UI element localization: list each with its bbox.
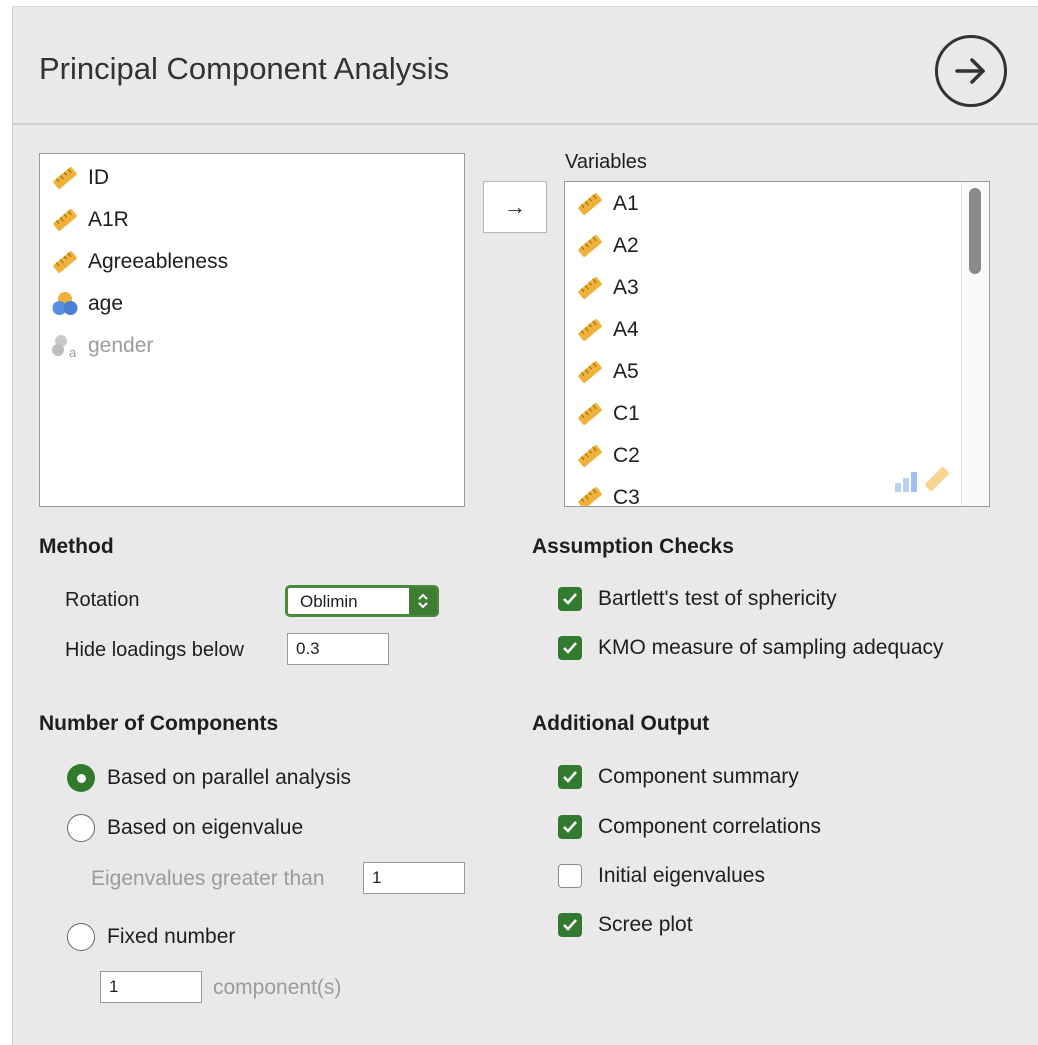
ruler-icon xyxy=(575,357,605,387)
assumption-checks-heading: Assumption Checks xyxy=(532,535,734,558)
variable-label: A4 xyxy=(613,318,639,341)
variable-label: C2 xyxy=(613,444,640,467)
checkbox-label: KMO measure of sampling adequacy xyxy=(598,636,944,659)
checkbox-label: Component summary xyxy=(598,765,799,788)
radio-label: Based on parallel analysis xyxy=(107,766,351,789)
panel-header: Principal Component Analysis xyxy=(13,7,1038,125)
list-item[interactable]: A3 xyxy=(575,272,639,304)
scree-plot-checkbox[interactable]: Scree plot xyxy=(558,913,693,937)
variable-label: A1R xyxy=(88,208,129,231)
fixed-number-input[interactable]: 1 xyxy=(100,971,202,1003)
radio-label: Based on eigenvalue xyxy=(107,816,304,839)
pca-options-panel: Principal Component Analysis ID A1R Agre… xyxy=(12,6,1038,1045)
components-suffix-label: component(s) xyxy=(213,976,342,999)
eigenvalue-radio[interactable]: Based on eigenvalue xyxy=(67,814,303,842)
svg-text:a: a xyxy=(69,345,77,360)
page-title: Principal Component Analysis xyxy=(39,51,450,86)
checkmark-icon xyxy=(558,913,582,937)
list-item[interactable]: C2 xyxy=(575,440,640,472)
scrollbar-thumb[interactable] xyxy=(969,188,981,274)
checkbox-label: Initial eigenvalues xyxy=(598,864,765,887)
checkbox-label: Scree plot xyxy=(598,913,693,936)
ruler-icon xyxy=(575,273,605,303)
list-item[interactable]: A2 xyxy=(575,230,639,262)
variable-label: A5 xyxy=(613,360,639,383)
checkmark-icon xyxy=(558,815,582,839)
arrow-right-circle-icon xyxy=(955,58,985,84)
list-item[interactable]: A1R xyxy=(50,204,129,236)
additional-output-heading: Additional Output xyxy=(532,712,710,735)
initial-eigenvalues-checkbox[interactable]: Initial eigenvalues xyxy=(558,864,765,888)
ruler-icon xyxy=(575,231,605,261)
list-item[interactable]: A4 xyxy=(575,314,639,346)
radio-selected-icon xyxy=(67,764,95,792)
parallel-analysis-radio[interactable]: Based on parallel analysis xyxy=(67,764,351,792)
checkbox-label: Component correlations xyxy=(598,815,821,838)
radio-label: Fixed number xyxy=(107,925,236,948)
list-item[interactable]: C3 xyxy=(575,482,640,507)
list-item[interactable]: a gender xyxy=(50,330,153,362)
eigenvalues-greater-label: Eigenvalues greater than xyxy=(91,867,325,890)
hide-loadings-label: Hide loadings below xyxy=(65,639,245,661)
variable-label: ID xyxy=(88,166,109,189)
list-item[interactable]: C1 xyxy=(575,398,640,430)
radio-unselected-icon xyxy=(67,923,95,951)
components-heading: Number of Components xyxy=(39,712,279,735)
variable-label: C1 xyxy=(613,402,640,425)
hide-loadings-input[interactable]: 0.3 xyxy=(287,633,389,665)
component-summary-checkbox[interactable]: Component summary xyxy=(558,765,799,789)
ruler-icon xyxy=(50,247,80,277)
list-item[interactable]: age xyxy=(50,288,123,320)
checkbox-label: Bartlett's test of sphericity xyxy=(598,587,837,610)
rotation-label: Rotation xyxy=(65,589,140,611)
ruler-icon xyxy=(575,441,605,471)
fixed-number-radio[interactable]: Fixed number xyxy=(67,923,235,951)
variable-label: A1 xyxy=(613,192,639,215)
ruler-icon xyxy=(50,205,80,235)
ruler-icon xyxy=(575,483,605,506)
scrollbar-track[interactable] xyxy=(961,182,989,506)
radio-unselected-icon xyxy=(67,814,95,842)
list-item[interactable]: Agreeableness xyxy=(50,246,228,278)
variable-label: C3 xyxy=(613,486,640,507)
variable-label: gender xyxy=(88,334,154,357)
variables-label: Variables xyxy=(565,151,647,173)
list-item[interactable]: ID xyxy=(50,162,109,194)
list-item[interactable]: A5 xyxy=(575,356,639,388)
component-correlations-checkbox[interactable]: Component correlations xyxy=(558,815,821,839)
variable-label: age xyxy=(88,292,124,315)
variables-target-list[interactable]: A1 A2 A3 A4 A5 C1 C2 C3 xyxy=(564,181,990,507)
available-variables-list[interactable]: ID A1R Agreeableness age a gender xyxy=(39,153,465,507)
checkmark-icon xyxy=(558,765,582,789)
checkbox-empty-icon xyxy=(558,864,582,888)
list-item[interactable]: A1 xyxy=(575,188,639,220)
checkmark-icon xyxy=(558,587,582,611)
arrow-right-icon: → xyxy=(504,194,526,219)
kmo-checkbox[interactable]: KMO measure of sampling adequacy xyxy=(558,636,944,660)
eigenvalues-greater-input[interactable]: 1 xyxy=(363,862,465,894)
checkmark-icon xyxy=(558,636,582,660)
variable-label: A2 xyxy=(613,234,639,257)
rotation-select[interactable]: Oblimin xyxy=(285,585,439,617)
ordinal-circles-icon xyxy=(50,289,80,319)
nominal-text-icon: a xyxy=(50,331,80,361)
variable-label: Agreeableness xyxy=(88,250,229,273)
ruler-icon xyxy=(50,163,80,193)
method-heading: Method xyxy=(39,535,114,558)
ruler-icon xyxy=(575,399,605,429)
bartlett-checkbox[interactable]: Bartlett's test of sphericity xyxy=(558,587,837,611)
allowed-types-icon xyxy=(893,463,955,500)
ruler-icon xyxy=(575,189,605,219)
updown-chevron-icon xyxy=(409,587,437,615)
move-variable-button[interactable]: → xyxy=(483,181,547,233)
ruler-icon xyxy=(575,315,605,345)
run-analysis-button[interactable] xyxy=(935,35,1007,107)
rotation-select-value: Oblimin xyxy=(300,592,358,611)
variable-label: A3 xyxy=(613,276,639,299)
